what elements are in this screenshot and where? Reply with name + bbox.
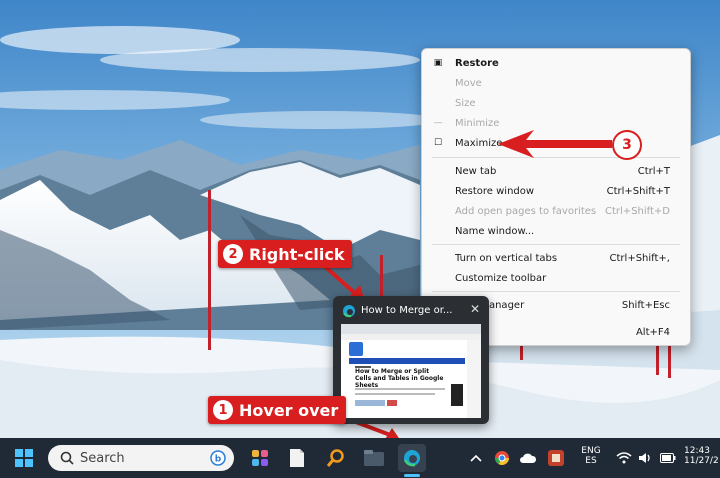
menu-item-move: Move: [422, 74, 690, 92]
active-app-indicator: [404, 474, 420, 477]
start-button[interactable]: [10, 444, 38, 472]
bing-icon[interactable]: b: [210, 450, 226, 466]
clock-date: 11/27/2: [684, 456, 719, 466]
callout-hover-over: 1 Hover over: [208, 396, 346, 424]
menu-item-name-window[interactable]: Name window...: [422, 222, 690, 240]
chrome-icon[interactable]: [488, 444, 516, 472]
close-icon[interactable]: ✕: [470, 302, 480, 316]
menu-item-add-open-pages-to-favorites: Add open pages to favorites Ctrl+Shift+D: [422, 202, 690, 220]
clock-time: 12:43: [684, 446, 710, 456]
language-line-1: ENG: [581, 446, 601, 456]
menu-item-label: Restore window: [455, 185, 535, 197]
taskbar-search-box[interactable]: Search b: [48, 445, 234, 471]
preview-page-heading: How to Merge or Split Cells and Tables i…: [355, 368, 444, 389]
menu-item-label: Turn on vertical tabs: [455, 252, 558, 264]
minimize-icon: —: [433, 118, 443, 128]
menu-item-label: Add open pages to favorites: [455, 205, 597, 217]
restore-icon: ▣: [433, 58, 443, 68]
menu-item-turn-on-vertical-tabs[interactable]: Turn on vertical tabs Ctrl+Shift+,: [422, 249, 690, 267]
menu-item-restore[interactable]: ▣ Restore: [422, 54, 690, 72]
menu-item-shortcut: Ctrl+T: [637, 165, 670, 177]
language-line-2: ES: [585, 456, 597, 466]
menu-item-size: Size: [422, 94, 690, 112]
edge-icon: [343, 305, 355, 318]
menu-item-shortcut: Shift+Esc: [621, 299, 670, 311]
menu-item-label: New tab: [455, 165, 497, 177]
menu-item-label: Size: [455, 97, 476, 109]
chevron-up-icon[interactable]: [462, 444, 490, 472]
search-icon: [60, 451, 74, 465]
menu-item-new-tab[interactable]: New tab Ctrl+T: [422, 162, 690, 180]
cloud-icon[interactable]: [514, 444, 542, 472]
svg-text:b: b: [215, 455, 222, 465]
callout-right-click: 2 Right-click: [218, 240, 352, 268]
windows-logo-icon: [15, 449, 33, 467]
clock[interactable]: 12:43 11/27/2: [684, 446, 719, 466]
app-tray-icon[interactable]: [542, 444, 570, 472]
menu-separator: [432, 291, 680, 292]
callout-right-click-label: Right-click: [249, 244, 345, 264]
window-thumbnail-preview[interactable]: How to Merge or... ✕ How to Merge or Spl…: [333, 296, 489, 424]
menu-item-restore-window[interactable]: Restore window Ctrl+Shift+T: [422, 182, 690, 200]
taskbar: Search b ENG ES 12:43 11/27/2: [0, 438, 720, 478]
callout-hover-over-label: Hover over: [239, 400, 339, 420]
widgets-icon[interactable]: [246, 444, 274, 472]
menu-item-shortcut: Ctrl+Shift+D: [605, 205, 670, 217]
callout-right-click-number: 2: [223, 244, 243, 264]
menu-item-label: Restore: [455, 57, 499, 69]
search-label: Search: [80, 450, 125, 466]
menu-item-shortcut: Ctrl+Shift+T: [606, 185, 670, 197]
menu-item-label: Maximize: [455, 137, 503, 149]
menu-item-shortcut: Alt+F4: [635, 326, 670, 338]
menu-item-label: Customize toolbar: [455, 272, 547, 284]
maximize-icon: ☐: [433, 138, 443, 148]
menu-item-label: Move: [455, 77, 482, 89]
magnifier-app-icon[interactable]: [322, 444, 350, 472]
menu-item-label: Name window...: [455, 225, 535, 237]
menu-item-shortcut: Ctrl+Shift+,: [609, 252, 670, 264]
language-indicator[interactable]: ENG ES: [578, 446, 604, 466]
battery-icon[interactable]: [654, 444, 682, 472]
callout-maximize-number: 3: [612, 130, 642, 160]
menu-separator: [432, 244, 680, 245]
taskbar-edge-icon[interactable]: [398, 444, 426, 472]
callout-hover-over-number: 1: [213, 400, 233, 420]
maximize-pointer-arrow: [498, 130, 612, 158]
menu-item-label: Minimize: [455, 117, 500, 129]
preview-title: How to Merge or...: [361, 305, 453, 316]
menu-item-customize-toolbar[interactable]: Customize toolbar: [422, 269, 690, 287]
preview-thumbnail: How to Merge or Split Cells and Tables i…: [341, 324, 481, 418]
file-icon[interactable]: [283, 444, 311, 472]
file-explorer-icon[interactable]: [360, 444, 388, 472]
